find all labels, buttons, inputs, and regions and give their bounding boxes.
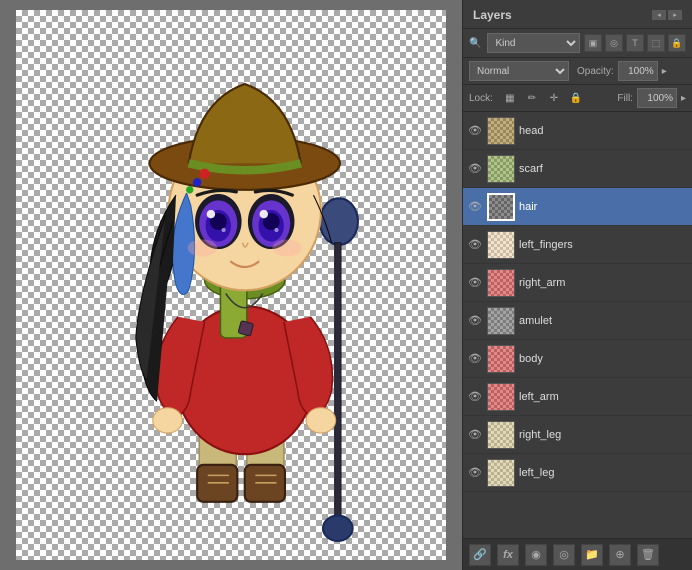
layer-item[interactable]: 👁 body	[463, 340, 692, 378]
layer-thumbnail	[487, 421, 515, 449]
search-icon: 🔍	[469, 38, 481, 49]
character-artwork	[16, 10, 446, 560]
layer-visibility-toggle[interactable]: 👁	[467, 199, 483, 215]
group-button[interactable]: 📁	[581, 544, 603, 566]
filter-pixel-icon[interactable]: ▣	[584, 34, 602, 52]
layer-name: right_arm	[519, 277, 688, 289]
layer-name: left_arm	[519, 391, 688, 403]
layers-panel: Layers ◂ ▸ 🔍 Kind ▣ ◎ T ⬚ 🔒 Normal Opaci…	[462, 0, 692, 570]
layer-thumbnail	[487, 117, 515, 145]
fill-input[interactable]	[637, 88, 677, 108]
new-layer-button[interactable]: ⊕	[609, 544, 631, 566]
filter-row: 🔍 Kind ▣ ◎ T ⬚ 🔒	[463, 29, 692, 58]
layer-thumbnail	[487, 193, 515, 221]
layer-thumbnail	[487, 459, 515, 487]
layer-thumbnail	[487, 269, 515, 297]
layer-thumbnail	[487, 383, 515, 411]
layers-toolbar: 🔗 fx ◉ ◎ 📁 ⊕ 🗑	[463, 538, 692, 570]
layer-name: body	[519, 353, 688, 365]
lock-label: Lock:	[469, 93, 493, 104]
layer-name: left_fingers	[519, 239, 688, 251]
layer-item[interactable]: 👁 left_leg	[463, 454, 692, 492]
lock-brush-icon[interactable]: ✏	[523, 89, 541, 107]
fill-arrow-icon: ▸	[681, 93, 686, 104]
canvas-area	[0, 0, 462, 570]
opacity-label: Opacity:	[577, 66, 614, 77]
filter-smartobj-icon[interactable]: 🔒	[668, 34, 686, 52]
layer-visibility-toggle[interactable]: 👁	[467, 275, 483, 291]
layer-item[interactable]: 👁 head	[463, 112, 692, 150]
opacity-input[interactable]	[618, 61, 658, 81]
opacity-arrow-icon: ▸	[662, 66, 667, 77]
layer-thumbnail	[487, 345, 515, 373]
layer-visibility-toggle[interactable]: 👁	[467, 465, 483, 481]
layer-visibility-toggle[interactable]: 👁	[467, 351, 483, 367]
filter-icons: ▣ ◎ T ⬚ 🔒	[584, 34, 686, 52]
layer-item[interactable]: 👁 right_leg	[463, 416, 692, 454]
blend-row: Normal Opacity: ▸	[463, 58, 692, 85]
layer-name: head	[519, 125, 688, 137]
layer-visibility-toggle[interactable]: 👁	[467, 161, 483, 177]
blend-mode-select[interactable]: Normal	[469, 61, 569, 81]
layer-thumbnail	[487, 307, 515, 335]
panel-header: Layers ◂ ▸	[463, 0, 692, 29]
layer-thumbnail	[487, 231, 515, 259]
layer-thumbnail	[487, 155, 515, 183]
fill-label: Fill:	[617, 93, 633, 104]
kind-select[interactable]: Kind	[487, 33, 580, 53]
filter-shape-icon[interactable]: ⬚	[647, 34, 665, 52]
lock-all-icon[interactable]: 🔒	[567, 89, 585, 107]
layer-name: right_leg	[519, 429, 688, 441]
layer-visibility-toggle[interactable]: 👁	[467, 313, 483, 329]
lock-row: Lock: ▦ ✏ ✛ 🔒 Fill: ▸	[463, 85, 692, 112]
layer-visibility-toggle[interactable]: 👁	[467, 237, 483, 253]
layers-list[interactable]: 👁head👁scarf👁hair👁left_fingers👁right_arm👁…	[463, 112, 692, 538]
layer-visibility-toggle[interactable]: 👁	[467, 123, 483, 139]
layer-name: amulet	[519, 315, 688, 327]
panel-expand-button[interactable]: ▸	[668, 10, 682, 20]
layer-item[interactable]: 👁 amulet	[463, 302, 692, 340]
layer-visibility-toggle[interactable]: 👁	[467, 427, 483, 443]
panel-controls: ◂ ▸	[652, 10, 682, 20]
panel-collapse-button[interactable]: ◂	[652, 10, 666, 20]
layer-visibility-toggle[interactable]: 👁	[467, 389, 483, 405]
layer-name: scarf	[519, 163, 688, 175]
mask-button[interactable]: ◉	[525, 544, 547, 566]
fx-button[interactable]: fx	[497, 544, 519, 566]
layer-item[interactable]: 👁 scarf	[463, 150, 692, 188]
delete-layer-button[interactable]: 🗑	[637, 544, 659, 566]
layer-item[interactable]: 👁 hair	[463, 188, 692, 226]
layer-name: left_leg	[519, 467, 688, 479]
lock-checkerboard-icon[interactable]: ▦	[501, 89, 519, 107]
panel-title: Layers	[473, 8, 512, 22]
layer-name: hair	[519, 201, 688, 213]
layer-item[interactable]: 👁 left_fingers	[463, 226, 692, 264]
adjustment-button[interactable]: ◎	[553, 544, 575, 566]
filter-adjust-icon[interactable]: ◎	[605, 34, 623, 52]
link-button[interactable]: 🔗	[469, 544, 491, 566]
layer-item[interactable]: 👁 left_arm	[463, 378, 692, 416]
canvas-checkered	[16, 10, 446, 560]
layer-item[interactable]: 👁 right_arm	[463, 264, 692, 302]
lock-move-icon[interactable]: ✛	[545, 89, 563, 107]
filter-type-icon[interactable]: T	[626, 34, 644, 52]
